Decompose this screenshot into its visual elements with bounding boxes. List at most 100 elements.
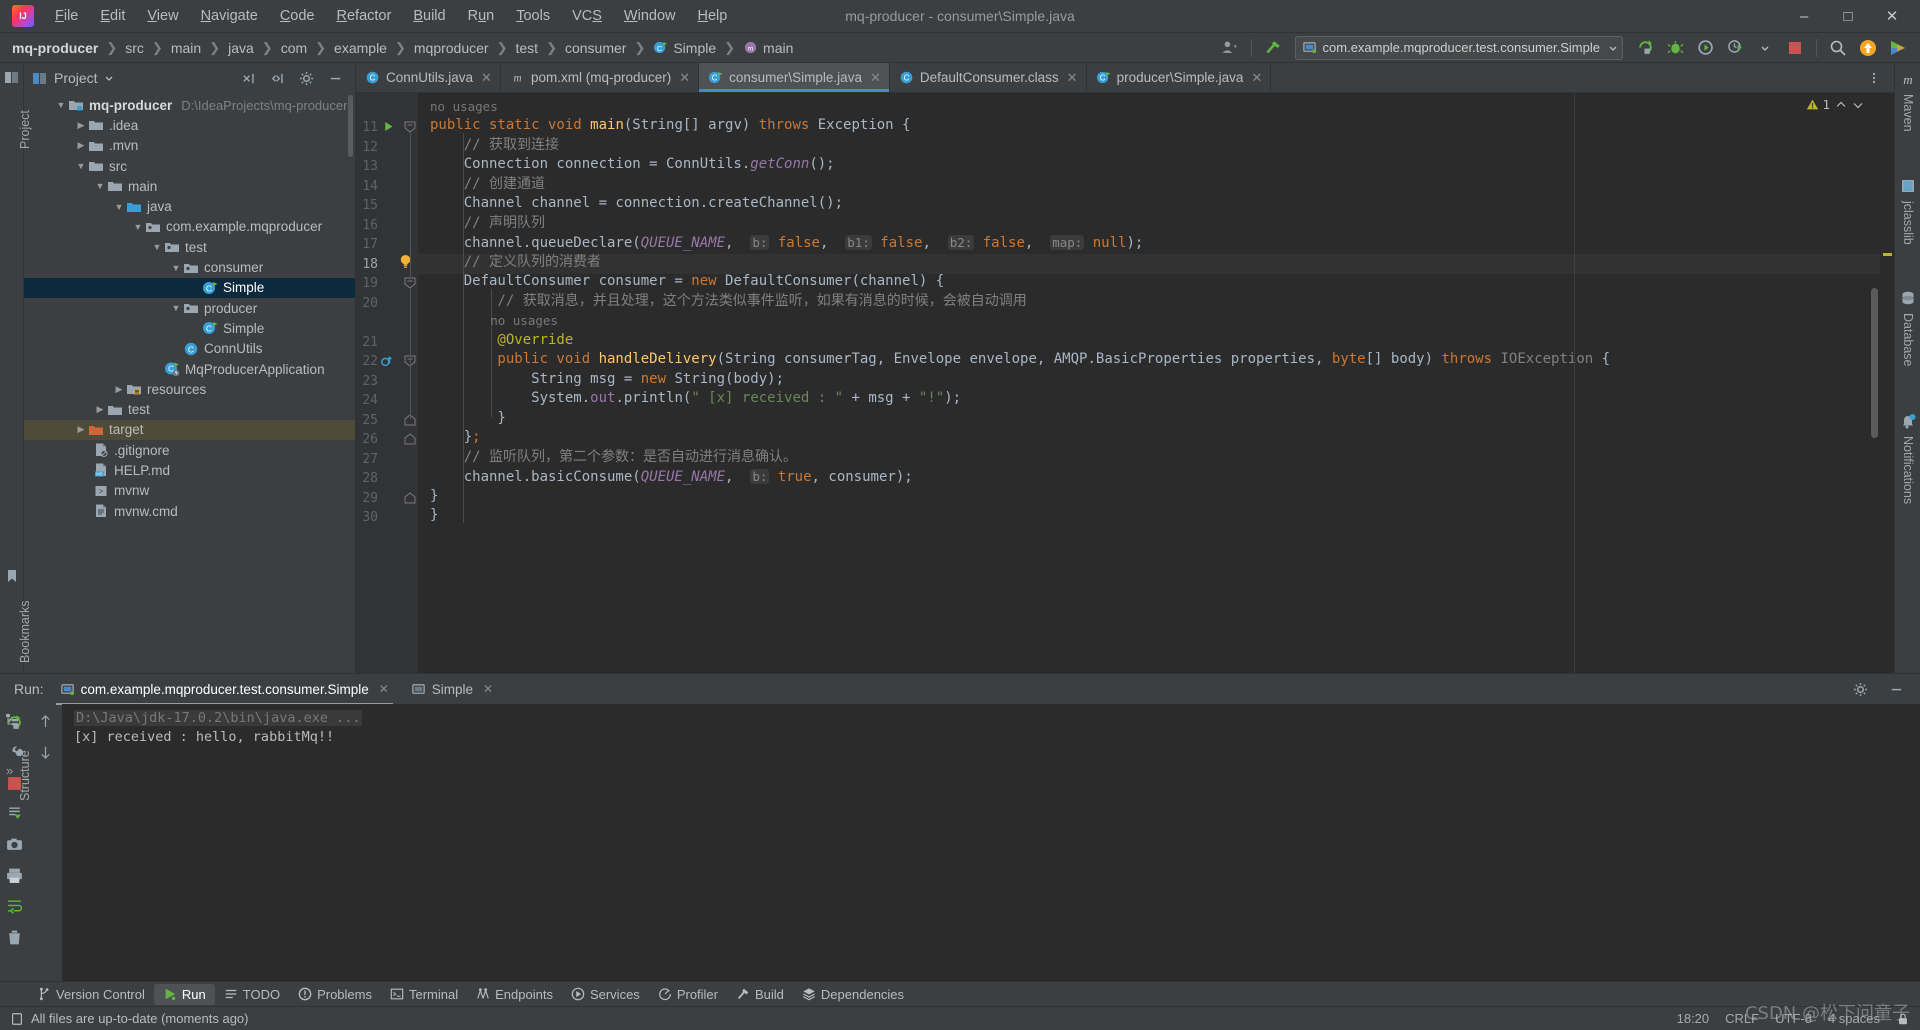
chevron-right-icon[interactable]: ▶ <box>74 118 88 132</box>
tree-item-mqproducerapplication[interactable]: C MqProducerApplication <box>24 359 355 379</box>
bottom-tab-dependencies[interactable]: Dependencies <box>793 984 913 1005</box>
tree-item-idea[interactable]: ▶ .idea <box>24 115 355 135</box>
breadcrumb-mq-producer[interactable]: mq-producer <box>10 38 100 58</box>
status-line-separator[interactable]: CRLF <box>1725 1011 1759 1026</box>
bottom-tab-build[interactable]: Build <box>727 984 793 1005</box>
breadcrumb-example[interactable]: example <box>332 38 389 58</box>
chevron-down-icon[interactable] <box>1852 99 1864 111</box>
profiler-attach-icon[interactable] <box>1721 36 1749 60</box>
ide-services-icon[interactable] <box>1884 36 1912 60</box>
settings-gear-icon[interactable] <box>292 66 320 90</box>
bottom-tab-services[interactable]: Services <box>562 984 649 1005</box>
chevron-down-icon[interactable]: ▼ <box>54 98 68 112</box>
tree-item-package-producer[interactable]: ▼ producer <box>24 298 355 318</box>
menu-vcs[interactable]: VCS <box>561 4 613 28</box>
run-configuration-selector[interactable]: com.example.mqproducer.test.consumer.Sim… <box>1294 35 1623 60</box>
structure-icon[interactable] <box>4 711 20 727</box>
project-icon[interactable] <box>4 69 20 85</box>
breadcrumb-java[interactable]: java <box>226 38 256 58</box>
run-with-coverage-icon[interactable] <box>1631 36 1659 60</box>
fold-end-icon[interactable] <box>404 433 416 445</box>
chevron-up-icon[interactable] <box>1835 99 1847 111</box>
tree-item-mvn[interactable]: ▶ .mvn <box>24 136 355 156</box>
status-indent[interactable]: 4 spaces <box>1828 1011 1880 1026</box>
chevron-right-icon[interactable]: ▶ <box>74 139 88 153</box>
editor-tab-producer-simple[interactable]: C producer\Simple.java ✕ <box>1087 63 1272 92</box>
bottom-tab-profiler[interactable]: Profiler <box>649 984 727 1005</box>
collapse-all-icon[interactable] <box>234 66 262 90</box>
tree-item-help-md[interactable]: MD HELP.md <box>24 460 355 480</box>
maven-icon[interactable]: m <box>1900 71 1916 87</box>
rail-item-structure[interactable]: Structure <box>18 750 32 801</box>
inspection-widget[interactable]: 1 <box>1806 97 1864 112</box>
tree-item-target[interactable]: ▶ target <box>24 419 355 441</box>
rail-more-button[interactable]: » <box>6 763 13 778</box>
warning-count[interactable]: 1 <box>1806 97 1830 112</box>
breadcrumb-simple[interactable]: C Simple <box>651 38 718 58</box>
override-method-icon[interactable] <box>380 354 394 368</box>
menu-build[interactable]: Build <box>402 4 456 28</box>
hide-icon[interactable] <box>321 66 349 90</box>
bottom-tab-problems[interactable]: Problems <box>289 984 381 1005</box>
scroll-to-end-icon[interactable] <box>6 805 23 822</box>
menu-file[interactable]: File <box>44 4 89 28</box>
more-tabs-icon[interactable] <box>1860 66 1888 90</box>
project-tree[interactable]: ▼ mq-producer D:\IdeaProjects\mq-produce… <box>24 93 355 673</box>
debug-icon[interactable] <box>1661 36 1689 60</box>
rail-item-notifications[interactable]: Notifications <box>1901 436 1915 504</box>
chevron-down-icon[interactable]: ▼ <box>112 200 126 214</box>
editor-tab-connutils[interactable]: C ConnUtils.java ✕ <box>356 63 501 92</box>
breadcrumb-consumer[interactable]: consumer <box>563 38 628 58</box>
updates-icon[interactable] <box>1854 36 1882 60</box>
maximize-button[interactable]: □ <box>1826 0 1870 32</box>
fold-icon[interactable] <box>404 277 416 289</box>
editor-tab-defaultconsumer-class[interactable]: C DefaultConsumer.class ✕ <box>890 63 1087 92</box>
breadcrumb-main[interactable]: main <box>169 38 203 58</box>
tree-item-java[interactable]: ▼ java <box>24 196 355 216</box>
code-editor[interactable]: 11 12 13 14 15 16 17 18 19 20 21 22 23 2… <box>356 93 1894 673</box>
tree-item-mvnw[interactable]: > mvnw <box>24 481 355 501</box>
menu-navigate[interactable]: Navigate <box>190 4 269 28</box>
chevron-right-icon[interactable]: ▶ <box>74 423 88 437</box>
chevron-down-icon[interactable]: ▼ <box>74 159 88 173</box>
jclasslib-icon[interactable] <box>1900 178 1916 194</box>
breadcrumb-src[interactable]: src <box>123 38 146 58</box>
tree-item-producer-simple[interactable]: C Simple <box>24 318 355 338</box>
menu-edit[interactable]: Edit <box>89 4 136 28</box>
menu-run[interactable]: Run <box>457 4 506 28</box>
lock-icon[interactable] <box>1896 1012 1910 1026</box>
close-icon[interactable]: ✕ <box>679 70 690 86</box>
tree-item-gitignore[interactable]: .gitignore <box>24 440 355 460</box>
run-tab-simple-config[interactable]: com.example.mqproducer.test.consumer.Sim… <box>54 679 395 705</box>
tree-item-package-consumer[interactable]: ▼ consumer <box>24 257 355 277</box>
editor-gutter[interactable]: 11 12 13 14 15 16 17 18 19 20 21 22 23 2… <box>356 93 418 673</box>
hammer-icon[interactable] <box>1259 36 1287 60</box>
chevron-down-icon[interactable]: ▼ <box>131 220 145 234</box>
print-icon[interactable] <box>6 867 23 884</box>
tree-item-consumer-simple[interactable]: C Simple <box>24 277 355 298</box>
bottom-tab-terminal[interactable]: Terminal <box>381 984 467 1005</box>
status-encoding[interactable]: UTF-8 <box>1775 1011 1812 1026</box>
chevron-down-icon[interactable]: ▼ <box>169 301 183 315</box>
tree-scrollbar[interactable] <box>348 95 353 157</box>
warning-marker[interactable] <box>1883 253 1892 256</box>
intention-bulb-icon[interactable] <box>398 253 413 270</box>
chevron-down-icon[interactable]: ▼ <box>150 240 164 254</box>
tree-item-src[interactable]: ▼ src <box>24 156 355 176</box>
bottom-tab-run[interactable]: Run <box>153 983 215 1005</box>
run-tab-simple-console[interactable]: Simple ✕ <box>405 679 499 700</box>
chevron-down-icon[interactable] <box>1751 36 1779 60</box>
editor-tab-pom-xml[interactable]: m pom.xml (mq-producer) ✕ <box>501 63 700 92</box>
code-text-area[interactable]: no usages public static void main(String… <box>418 93 1880 673</box>
fold-end-icon[interactable] <box>404 492 416 504</box>
fold-icon[interactable] <box>404 121 416 133</box>
close-icon[interactable]: ✕ <box>483 682 493 696</box>
run-console-output[interactable]: D:\Java\jdk-17.0.2\bin\java.exe ... [x] … <box>62 704 1920 981</box>
editor-marker-strip[interactable] <box>1871 93 1894 673</box>
tree-item-package-com-example-mqproducer[interactable]: ▼ com.example.mqproducer <box>24 217 355 237</box>
close-icon[interactable]: ✕ <box>379 682 389 696</box>
close-icon[interactable]: ✕ <box>870 70 881 86</box>
soft-wrap-icon[interactable] <box>6 898 23 915</box>
bottom-tab-endpoints[interactable]: Endpoints <box>467 984 562 1005</box>
chevron-right-icon[interactable]: ▶ <box>93 403 107 417</box>
